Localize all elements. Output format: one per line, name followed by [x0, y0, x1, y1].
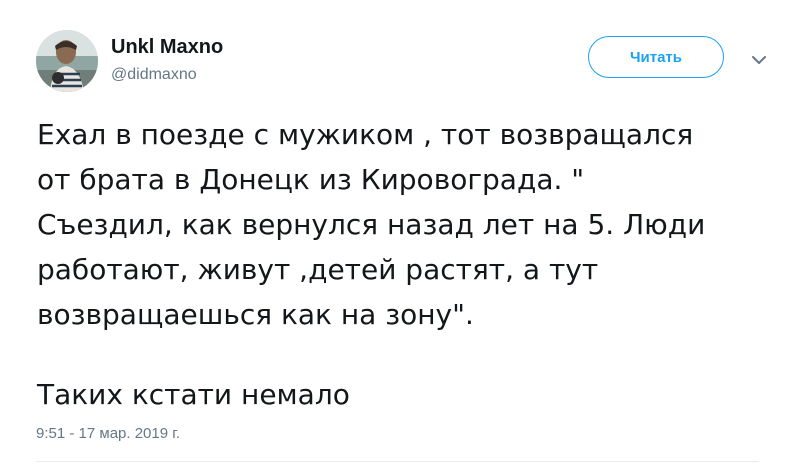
tweet-text-line: от брата в Донецк из Кировограда. "	[37, 163, 585, 196]
follow-button[interactable]: Читать	[588, 36, 724, 78]
avatar[interactable]	[36, 30, 98, 92]
tweet-text-line: возвращаешься как на зону".	[37, 298, 474, 331]
tweet-timestamp[interactable]: 9:51 - 17 мар. 2019 г.	[36, 425, 180, 442]
author-name[interactable]: Unkl Maxno	[111, 36, 223, 59]
tweet-card: Unkl Maxno @didmaxno Читать Ехал в поезд…	[0, 0, 795, 466]
tweet-text: Ехал в поезде с мужиком , тот возвращалс…	[37, 112, 787, 417]
avatar-image	[36, 30, 98, 92]
divider	[36, 461, 759, 462]
tweet-text-line: Съездил, как вернулся назад лет на 5. Лю…	[37, 208, 706, 241]
tweet-text-final-line: Таких кстати немало	[37, 378, 350, 411]
author-handle[interactable]: @didmaxno	[111, 66, 197, 84]
chevron-down-icon[interactable]	[748, 49, 770, 71]
tweet-text-line: Ехал в поезде с мужиком , тот возвращалс…	[37, 118, 694, 151]
tweet-text-line: работают, живут ,детей растят, а тут	[37, 253, 599, 286]
